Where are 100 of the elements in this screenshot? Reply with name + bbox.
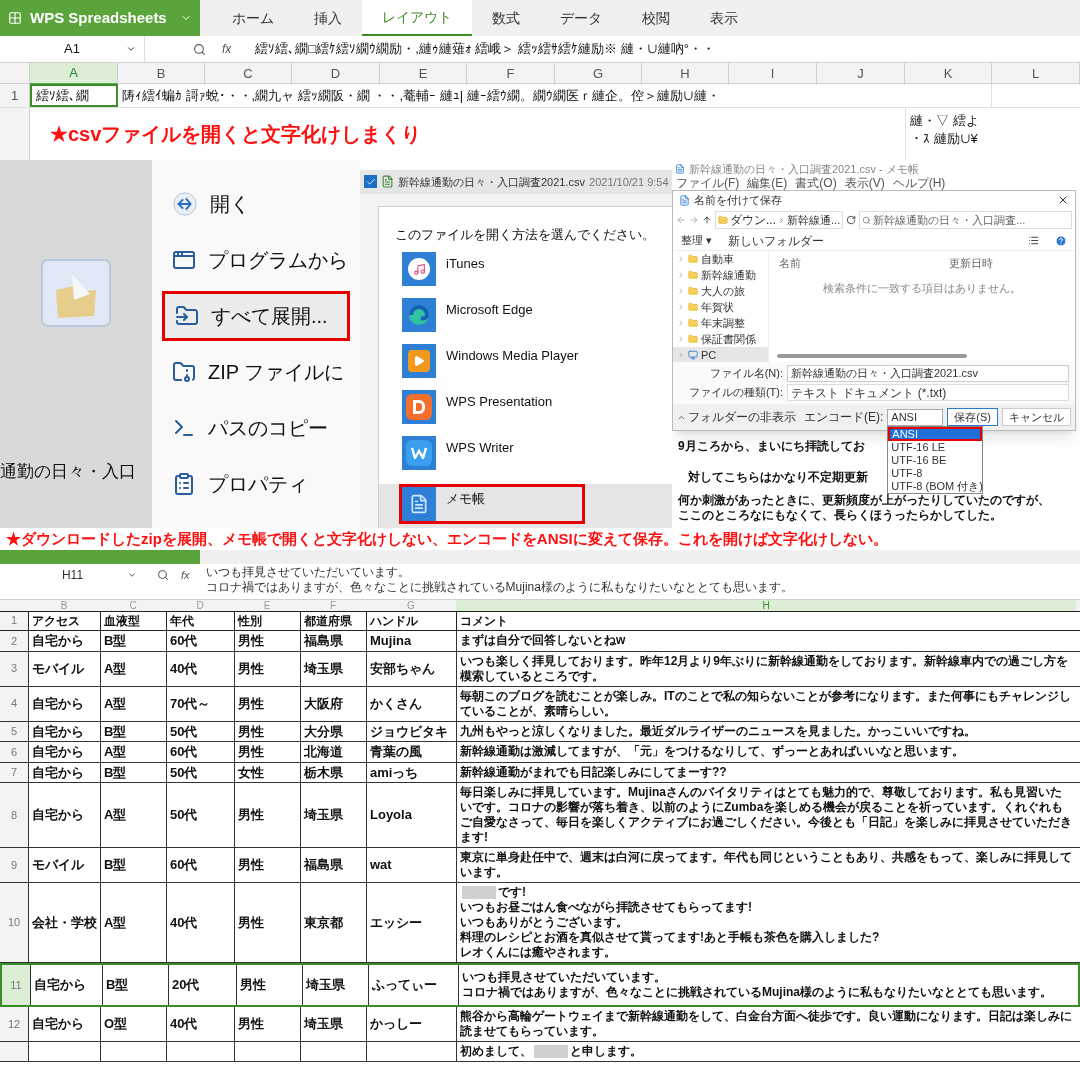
back-icon[interactable] <box>676 215 686 225</box>
organize-menu[interactable]: 整理 ▾ <box>681 232 713 249</box>
table-row[interactable]: 7 自宅から B型 50代 女性 栃木県 amiっち 新幹線通勤がまれでも日記楽しみにしてまーす?? <box>0 762 1080 783</box>
dropdown-option[interactable]: ANSI <box>888 426 983 441</box>
table-cell-text: ふってぃー <box>372 976 437 995</box>
folder-tree-item[interactable]: 年末調整 <box>673 315 768 331</box>
table-row[interactable]: 4 自宅から A型 70代～ 男性 大阪府 かくさん 毎朝このブログを読むことが楽しみ。ITのことで私の知らないことが参考になります。また何事にもチャレンジしていることが、素晴らしい。 <box>0 686 1080 722</box>
comment-cell-text: いつも拝見させていただいています。 コロナ禍ではありますが、色々なことに挑戦されているMujina様のように私もなりたいなととても思います。 <box>462 970 1053 1000</box>
notepad-icon <box>402 487 436 521</box>
table-row[interactable]: 2 自宅から B型 60代 男性 福島県 Mujina まずは自分で回答しないとねw <box>0 631 1080 652</box>
table-row[interactable]: 3 モバイル A型 40代 男性 埼玉県 安部ちゃん いつも楽しく拝見しております。昨年12月より9年ぶりに新幹線通勤をしております。新幹線車内での過ごし方を模索しているところです。 <box>0 651 1080 687</box>
file-row[interactable]: 新幹線通勤の日々・入口調査2021.csv 2021/10/21 9:54 <box>360 170 672 194</box>
app-list-item[interactable]: Windows Media Player <box>379 344 672 390</box>
folder-tree-item[interactable]: 年賀状 <box>673 299 768 315</box>
checkbox[interactable] <box>364 175 377 189</box>
column-header[interactable]: D <box>292 63 380 85</box>
menu-item[interactable]: 書式(O) <box>795 176 837 190</box>
field-label: ファイル名(N): <box>708 366 783 382</box>
table-row[interactable]: 9 モバイル B型 60代 男性 福島県 wat 東京に単身赴任中で、週末は白河に戻ってます。年代も同じということもあり、共感をもって、楽しみに拝見しています。 <box>0 848 1080 883</box>
folder-tree-item[interactable]: 大人の旅 <box>673 283 768 299</box>
app-list-item[interactable]: Microsoft Edge <box>379 298 672 344</box>
table-cell-text: A型 <box>104 913 127 932</box>
column-header[interactable]: H <box>456 600 1076 611</box>
table-row[interactable]: 11 自宅から B型 20代 男性 埼玉県 ふってぃー いつも拝見させていただいています。 コロナ禍ではありますが、色々なことに挑戦されているMujina様のように私もなりたいなととても思います。 <box>0 963 1080 1007</box>
encoding-select[interactable]: ANSI <box>887 408 944 426</box>
menu-item[interactable]: ヘルプ(H) <box>892 176 946 190</box>
file-type-select[interactable]: テキスト ドキュメント (*.txt) <box>787 384 1069 401</box>
menu-item[interactable]: 編集(E) <box>747 176 788 190</box>
table-row[interactable]: 初めまして、 と申します。 <box>0 1042 1080 1062</box>
ribbon-tab[interactable]: データ <box>540 0 622 36</box>
column-header[interactable]: 更新日時 <box>949 255 993 272</box>
column-header[interactable]: L <box>992 63 1080 85</box>
up-icon[interactable] <box>702 215 712 225</box>
table-row[interactable]: 12 自宅から O型 40代 男性 埼玉県 かっしー 熊谷から高輪ゲートウェイまで新幹線通勤をして、白金台方面へ徒歩です。良い運動になります。日記は楽しみに読ませてもらっています。 <box>0 1007 1080 1042</box>
menu-item[interactable]: ファイル(F) <box>676 176 740 190</box>
dropdown-option[interactable]: UTF-16 LE <box>888 440 983 454</box>
table-row[interactable]: 8 自宅から A型 50代 男性 埼玉県 Loyola 毎日楽しみに拝見しています。Mujinaさんのバイタリティはとても魅力的で、尊敬しております。私も見習いたいです。コロナの影響が落ち着き、以前のようにZumbaを楽しめる機会が戻ることを祈っています。くれぐれもご自愛なさって、毎日を楽しくアクティブにお過ごしください。今後とも「日記」を楽しみに拝見させていただきます! <box>0 783 1080 848</box>
new-folder-button[interactable]: 新しいフォルダー <box>728 231 825 250</box>
folder-tree-item[interactable]: 保証書関係 <box>673 331 768 347</box>
row-number: 2 <box>10 633 18 649</box>
menu-item[interactable]: 表示(V) <box>844 176 885 190</box>
ribbon-tab[interactable]: 表示 <box>690 0 758 36</box>
table-row[interactable]: 5 自宅から B型 50代 男性 大分県 ジョウビタキ 九州もやっと涼しくなりました。最近ダルライザーのニュースを見ました。かっこいいですね。 <box>0 721 1080 742</box>
ribbon-tab[interactable]: 校閲 <box>622 0 690 36</box>
search-field[interactable]: 新幹線通勤の日々・入口調査... <box>859 211 1072 229</box>
app-list-item[interactable]: iTunes <box>379 252 672 298</box>
ribbon-tab[interactable]: レイアウト <box>362 0 472 36</box>
menu-item[interactable]: すべて展開... <box>162 291 350 341</box>
menu-item[interactable]: プロパティ <box>152 456 360 512</box>
column-header[interactable]: H <box>642 63 729 85</box>
table-row[interactable]: 6 自宅から A型 60代 男性 北海道 青葉の風 新幹線通勤は激減してますが、「元」をつけるなりして、ずっーとあればいいなと思います。 <box>0 742 1080 763</box>
column-header[interactable]: J <box>817 63 905 85</box>
zoom-icon[interactable] <box>157 569 169 581</box>
column-header[interactable]: I <box>729 63 817 85</box>
app-list-item[interactable]: メモ帳 <box>399 484 585 524</box>
address-bar[interactable]: ダウン... 新幹線通... <box>715 211 844 229</box>
name-box[interactable]: A1 <box>0 36 145 62</box>
menu-item[interactable]: ZIP ファイルに <box>152 344 360 400</box>
folder-tree-item[interactable]: PC <box>673 347 768 363</box>
column-header[interactable]: K <box>905 63 992 85</box>
name-box[interactable]: H11 <box>0 565 145 585</box>
dropdown-option[interactable]: UTF-16 BE <box>888 453 983 467</box>
close-icon[interactable] <box>1057 194 1069 206</box>
table-cell[interactable]: 繧ｿ繧､繝 <box>30 84 118 107</box>
menu-item[interactable]: パスのコピー <box>152 400 360 456</box>
menu-item[interactable]: 開く <box>152 176 360 232</box>
column-header[interactable]: C <box>205 63 292 85</box>
view-icon[interactable] <box>1028 235 1039 246</box>
column-header[interactable]: 名前 <box>779 255 949 272</box>
column-header[interactable]: B <box>118 63 205 85</box>
column-header[interactable]: G <box>555 63 642 85</box>
dropdown-option[interactable]: UTF-8 <box>888 466 983 480</box>
app-list-item[interactable]: WPS Presentation <box>379 390 672 436</box>
app-list-item[interactable]: WPS Writer <box>379 436 672 482</box>
file-label: 通勤の日々・入口 <box>0 460 136 483</box>
table-cell-text: 福島県 <box>304 856 343 875</box>
folder-tree-item[interactable]: 自動車 <box>673 251 768 267</box>
row-number: 10 <box>7 915 21 931</box>
cancel-button[interactable]: キャンセル <box>1002 408 1071 426</box>
ribbon-tab[interactable]: ホーム <box>212 0 294 36</box>
dropdown-option[interactable]: UTF-8 (BOM 付き) <box>888 479 983 493</box>
help-icon[interactable] <box>1055 234 1067 247</box>
zoom-icon[interactable] <box>193 42 206 56</box>
folder-tree-item[interactable]: 新幹線通勤 <box>673 267 768 283</box>
menu-item[interactable]: プログラムから <box>152 232 360 288</box>
ribbon-tab[interactable]: 挿入 <box>294 0 362 36</box>
table-cell-text: 東京都 <box>304 913 343 932</box>
table-row[interactable]: 10 会社・学校 A型 40代 男性 東京都 エッシー です! いつもお昼ごはん食べながら拝読させてもらってます! いつもありがとうございます。 料理のレシピとお酒を真似させて貰ってます!あと手帳も茶色を購入しました? レオくんには癒やされます。 <box>0 883 1080 963</box>
file-name-field[interactable]: 新幹線通勤の日々・入口調査2021.csv <box>787 365 1069 382</box>
column-header[interactable]: F <box>467 63 555 85</box>
hide-folders-toggle[interactable]: フォルダーの非表示 <box>677 408 796 426</box>
refresh-icon[interactable] <box>846 215 857 225</box>
zip-folder-icon <box>172 360 196 384</box>
window-title: 新幹線通勤の日々・入口調査2021.csv - メモ帳 <box>689 161 919 177</box>
column-header[interactable]: A <box>30 63 118 85</box>
ribbon-tab[interactable]: 数式 <box>472 0 540 36</box>
scrollbar[interactable] <box>777 354 967 358</box>
column-header[interactable]: E <box>380 63 467 85</box>
save-button[interactable]: 保存(S) <box>947 408 998 426</box>
table-cell-text: 福島県 <box>304 632 343 650</box>
